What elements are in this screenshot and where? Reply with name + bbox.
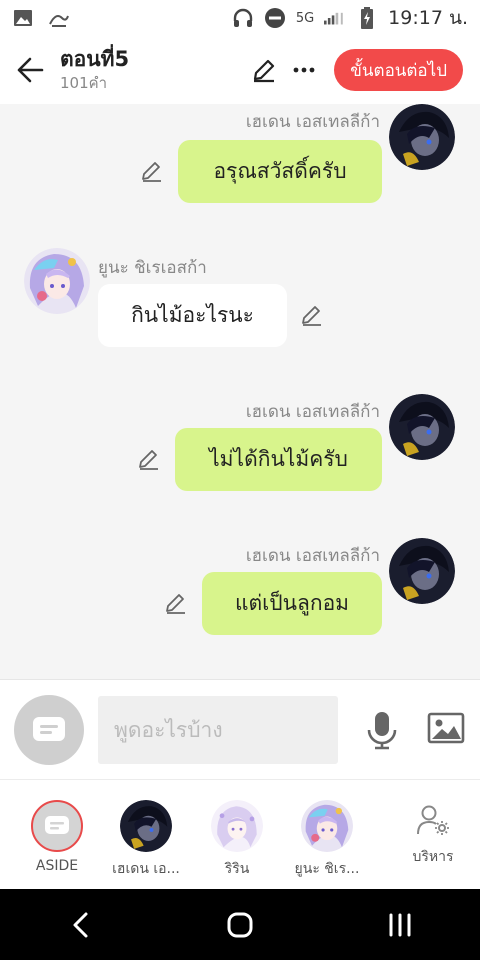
episode-header: ตอนที่5 101คำ ขั้นตอนต่อไป bbox=[0, 36, 480, 104]
hayden-avatar bbox=[120, 800, 172, 852]
signal-icon bbox=[324, 7, 346, 29]
avatar-hayden[interactable] bbox=[389, 104, 455, 170]
pencil-icon bbox=[254, 59, 275, 83]
chat-bubble-icon bbox=[33, 717, 65, 741]
message-bubble[interactable]: อรุณสวัสดิ์ครับ bbox=[178, 140, 382, 203]
nav-home-icon bbox=[227, 912, 253, 937]
character-ririn[interactable]: ริริน bbox=[197, 800, 277, 880]
avatar-yuna[interactable] bbox=[24, 248, 90, 314]
character-label: ยูนะ ชิเร... bbox=[294, 861, 360, 877]
word-count: 101คำ bbox=[60, 74, 108, 92]
character-aside[interactable]: ASIDE bbox=[17, 800, 97, 874]
status-bar: 5G 19:17 น. bbox=[0, 0, 480, 36]
sender-name: เฮเดน เอสเทลลีก้า bbox=[245, 402, 380, 422]
nav-back-button[interactable] bbox=[50, 895, 110, 955]
manage-user-gear-icon bbox=[413, 802, 453, 838]
character-label: บริหาร bbox=[412, 849, 454, 865]
aside-avatar bbox=[31, 800, 83, 852]
message-bubble[interactable]: ไม่ได้กินไม้ครับ bbox=[175, 428, 382, 491]
sender-name: ยูนะ ชิเรเอสก้า bbox=[98, 258, 207, 278]
character-label: ASIDE bbox=[35, 858, 79, 874]
chat-bubble-icon bbox=[45, 816, 69, 834]
narration-toggle-button[interactable] bbox=[14, 695, 84, 765]
back-button[interactable] bbox=[0, 36, 60, 104]
manage-characters-button[interactable]: บริหาร bbox=[393, 802, 473, 868]
character-label: เฮเดน เอ... bbox=[112, 861, 180, 877]
nav-home-button[interactable] bbox=[210, 895, 270, 955]
back-arrow-icon bbox=[17, 57, 44, 83]
microphone-icon bbox=[367, 712, 397, 750]
avatar-hayden[interactable] bbox=[389, 394, 455, 460]
ririn-avatar bbox=[211, 800, 263, 852]
insert-image-button[interactable] bbox=[426, 708, 466, 748]
yuna-avatar bbox=[301, 800, 353, 852]
more-options-button[interactable] bbox=[284, 50, 324, 90]
edit-message-icon[interactable] bbox=[299, 302, 325, 328]
episode-title: ตอนที่5 bbox=[60, 47, 130, 71]
status-time: 19:17 น. bbox=[388, 7, 468, 29]
character-selector: ASIDE เฮเดน เอ... ริริน ยูนะ ชิเร... บริ… bbox=[0, 779, 480, 889]
next-step-button[interactable]: ขั้นตอนต่อไป bbox=[334, 49, 463, 91]
edit-episode-button[interactable] bbox=[244, 50, 284, 90]
avatar-hayden[interactable] bbox=[389, 538, 455, 604]
message-bubble[interactable]: แต่เป็นลูกอม bbox=[202, 572, 382, 635]
app-notification-icon bbox=[48, 7, 70, 29]
edit-message-icon[interactable] bbox=[163, 590, 189, 616]
edit-message-icon[interactable] bbox=[139, 158, 165, 184]
voice-input-button[interactable] bbox=[362, 706, 402, 754]
system-navigation-bar bbox=[0, 889, 480, 960]
edit-message-icon[interactable] bbox=[136, 446, 162, 472]
more-dots-icon bbox=[293, 67, 315, 73]
headphones-icon bbox=[232, 7, 254, 29]
image-icon bbox=[427, 712, 465, 744]
nav-recents-button[interactable] bbox=[370, 895, 430, 955]
character-yuna[interactable]: ยูนะ ชิเร... bbox=[287, 800, 367, 880]
do-not-disturb-icon bbox=[264, 7, 286, 29]
character-label: ริริน bbox=[224, 861, 250, 877]
sender-name: เฮเดน เอสเทลลีก้า bbox=[245, 112, 380, 132]
message-bubble[interactable]: กินไม้อะไรนะ bbox=[98, 284, 287, 347]
gallery-notification-icon bbox=[12, 7, 34, 29]
sender-name: เฮเดน เอสเทลลีก้า bbox=[245, 546, 380, 566]
chat-area[interactable]: เฮเดน เอสเทลลีก้า อรุณสวัสดิ์ครับ ยูนะ ช… bbox=[0, 104, 480, 678]
network-type-label: 5G bbox=[295, 10, 315, 26]
battery-charging-icon bbox=[356, 7, 378, 29]
character-hayden[interactable]: เฮเดน เอ... bbox=[106, 800, 186, 880]
nav-back-icon bbox=[73, 912, 88, 937]
message-input[interactable] bbox=[98, 696, 338, 764]
composer-bar bbox=[0, 679, 480, 779]
nav-recents-icon bbox=[389, 913, 411, 936]
